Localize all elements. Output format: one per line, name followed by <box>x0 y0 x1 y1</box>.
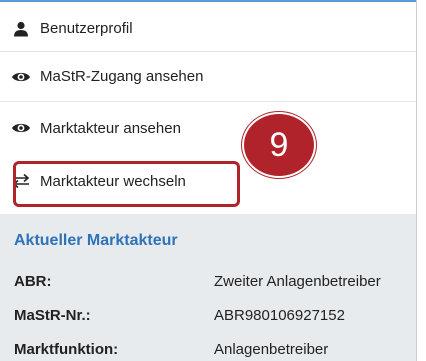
info-key: ABR: <box>14 273 52 290</box>
info-value: Anlagenbetreiber <box>214 341 329 358</box>
step-badge: 9 <box>242 112 316 178</box>
info-key: MaStR-Nr.: <box>14 307 91 324</box>
highlight-frame <box>13 161 240 207</box>
info-value: Zweiter Anlagenbetreiber <box>214 273 381 290</box>
menu-item-label: Benutzerprofil <box>40 20 133 37</box>
menu-item-label: MaStR-Zugang ansehen <box>40 68 204 85</box>
top-border <box>0 0 416 2</box>
eye-icon <box>10 68 32 86</box>
info-key: Marktfunktion: <box>14 341 119 358</box>
menu-item-label: Marktakteur ansehen <box>40 119 181 137</box>
menu-item-mastr-zugang-ansehen[interactable]: MaStR-Zugang ansehen <box>0 52 416 102</box>
info-value: ABR980106927152 <box>214 307 345 324</box>
menu-item-marktakteur-ansehen[interactable]: Marktakteur ansehen <box>0 102 416 154</box>
current-actor-title: Aktueller Marktakteur <box>14 232 178 249</box>
user-menu-panel: Benutzerprofil MaStR-Zugang ansehen Mark… <box>0 0 417 361</box>
eye-icon <box>10 119 32 137</box>
menu-item-benutzerprofil[interactable]: Benutzerprofil <box>0 6 416 52</box>
user-icon <box>10 20 32 38</box>
